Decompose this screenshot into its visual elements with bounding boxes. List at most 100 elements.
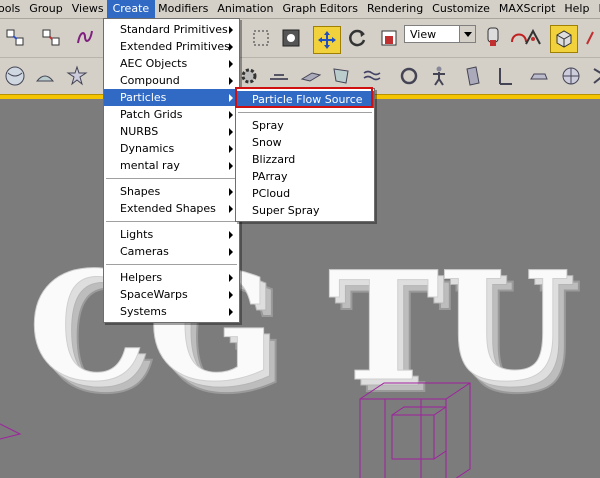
menu-rendering[interactable]: Rendering <box>361 0 429 18</box>
menu-item-extended-primitives[interactable]: Extended Primitives <box>104 38 239 55</box>
submenu-arrow-icon <box>229 274 233 282</box>
menu-item-dynamics[interactable]: Dynamics <box>104 140 239 157</box>
menu-separator <box>238 112 372 113</box>
menu-item-parray[interactable]: PArray <box>236 168 374 185</box>
menu-item-label: Shapes <box>120 185 161 198</box>
menu-item-spacewarps[interactable]: SpaceWarps <box>104 286 239 303</box>
angle-snap-toggle-icon[interactable] <box>550 25 578 53</box>
submenu-arrow-icon <box>229 162 233 170</box>
menu-graph-editors[interactable]: Graph Editors <box>276 0 364 18</box>
submenu-arrow-icon <box>229 60 233 68</box>
hinge-icon[interactable] <box>462 65 484 87</box>
menu-item-label: Extended Primitives <box>120 40 230 53</box>
submenu-arrow-icon <box>229 205 233 213</box>
menu-item-patch-grids[interactable]: Patch Grids <box>104 106 239 123</box>
submenu-arrow-icon <box>229 308 233 316</box>
use-pivot-center-icon[interactable] <box>482 26 504 48</box>
submenu-arrow-icon <box>229 145 233 153</box>
snaps-toggle-icon[interactable] <box>522 27 544 49</box>
plane-icon[interactable] <box>300 65 322 87</box>
select-and-move-icon[interactable] <box>313 26 341 54</box>
submenu-arrow-icon <box>229 128 233 136</box>
menu-item-spray[interactable]: Spray <box>236 117 374 134</box>
fracture-icon[interactable] <box>588 65 600 87</box>
menu-item-label: Particle Flow Source <box>252 93 363 106</box>
menu-item-label: Systems <box>120 305 167 318</box>
menu-item-label: Helpers <box>120 271 163 284</box>
menu-item-label: Standard Primitives <box>120 23 228 36</box>
menu-create[interactable]: Create <box>106 0 156 18</box>
menu-item-label: Patch Grids <box>120 108 183 121</box>
menu-item-label: PCloud <box>252 187 291 200</box>
prismatic-icon[interactable] <box>494 65 516 87</box>
menu-item-super-spray[interactable]: Super Spray <box>236 202 374 219</box>
menu-item-label: Dynamics <box>120 142 175 155</box>
bind-to-spacewarp-icon[interactable] <box>74 26 96 48</box>
main-toolbar: View <box>0 19 600 58</box>
ragdoll-constraint-icon[interactable] <box>428 65 450 87</box>
menu-item-label: mental ray <box>120 159 180 172</box>
reference-coordinate-value: View <box>410 28 437 41</box>
menu-di-o-mat[interactable]: Di-O-Mat <box>592 0 600 18</box>
deform-mesh-icon[interactable] <box>330 65 352 87</box>
reference-coordinate-select[interactable]: View <box>404 25 476 43</box>
menu-item-lights[interactable]: Lights <box>104 226 239 243</box>
menu-customize[interactable]: Customize <box>426 0 496 18</box>
menu-help[interactable]: Help <box>558 0 595 18</box>
menu-item-helpers[interactable]: Helpers <box>104 269 239 286</box>
spring-icon[interactable] <box>398 65 420 87</box>
toy-car-icon[interactable] <box>560 65 582 87</box>
water-icon[interactable] <box>362 65 384 87</box>
menu-item-pcloud[interactable]: PCloud <box>236 185 374 202</box>
percent-snap-icon[interactable] <box>584 27 600 49</box>
menu-item-label: Spray <box>252 119 284 132</box>
menu-item-label: Snow <box>252 136 282 149</box>
menu-item-extended-shapes[interactable]: Extended Shapes <box>104 200 239 217</box>
submenu-arrow-icon <box>229 188 233 196</box>
particles-submenu: Particle Flow Source Spray Snow Blizzard PAr… <box>235 88 375 222</box>
submenu-arrow-icon <box>229 94 233 102</box>
menu-item-label: Particles <box>120 91 167 104</box>
menu-group[interactable]: Group <box>23 0 69 18</box>
menu-item-shapes[interactable]: Shapes <box>104 183 239 200</box>
menu-item-label: Super Spray <box>252 204 320 217</box>
menu-item-compound[interactable]: Compound <box>104 72 239 89</box>
submenu-arrow-icon <box>229 248 233 256</box>
car-wheel-icon[interactable] <box>528 65 550 87</box>
menu-item-standard-primitives[interactable]: Standard Primitives <box>104 21 239 38</box>
rigid-body-sphere-icon[interactable] <box>4 65 26 87</box>
menu-modifiers[interactable]: Modifiers <box>152 0 214 18</box>
menu-item-label: Blizzard <box>252 153 296 166</box>
menu-item-particles[interactable]: Particles <box>104 89 239 106</box>
gear-icon[interactable] <box>238 65 260 87</box>
menu-item-label: Extended Shapes <box>120 202 216 215</box>
unlink-selection-icon[interactable] <box>40 26 62 48</box>
select-and-scale-icon[interactable] <box>378 27 400 49</box>
menu-item-aec-objects[interactable]: AEC Objects <box>104 55 239 72</box>
create-menu: Standard Primitives Extended Primitives AE… <box>103 18 240 323</box>
menu-separator <box>106 178 237 179</box>
menu-maxscript[interactable]: MAXScript <box>493 0 561 18</box>
menu-item-particle-flow-source[interactable]: Particle Flow Source <box>236 91 374 108</box>
submenu-arrow-icon <box>229 291 233 299</box>
menu-item-label: Cameras <box>120 245 169 258</box>
select-and-link-icon[interactable] <box>4 26 26 48</box>
ragdoll-figure-icon[interactable] <box>66 65 88 87</box>
window-crossing-icon[interactable] <box>280 27 302 49</box>
menu-item-systems[interactable]: Systems <box>104 303 239 320</box>
cloth-collection-icon[interactable] <box>34 65 56 87</box>
menu-views[interactable]: Views <box>66 0 110 18</box>
menu-animation[interactable]: Animation <box>211 0 279 18</box>
menu-separator <box>106 264 237 265</box>
menu-item-snow[interactable]: Snow <box>236 134 374 151</box>
submenu-arrow-icon <box>229 26 233 34</box>
menu-item-blizzard[interactable]: Blizzard <box>236 151 374 168</box>
wind-icon[interactable] <box>268 65 290 87</box>
menu-item-nurbs[interactable]: NURBS <box>104 123 239 140</box>
menu-item-mental-ray[interactable]: mental ray <box>104 157 239 174</box>
chevron-down-icon[interactable] <box>459 26 475 42</box>
select-region-icon[interactable] <box>250 27 272 49</box>
menu-item-label: Compound <box>120 74 180 87</box>
select-and-rotate-icon[interactable] <box>347 27 369 49</box>
menu-item-cameras[interactable]: Cameras <box>104 243 239 260</box>
